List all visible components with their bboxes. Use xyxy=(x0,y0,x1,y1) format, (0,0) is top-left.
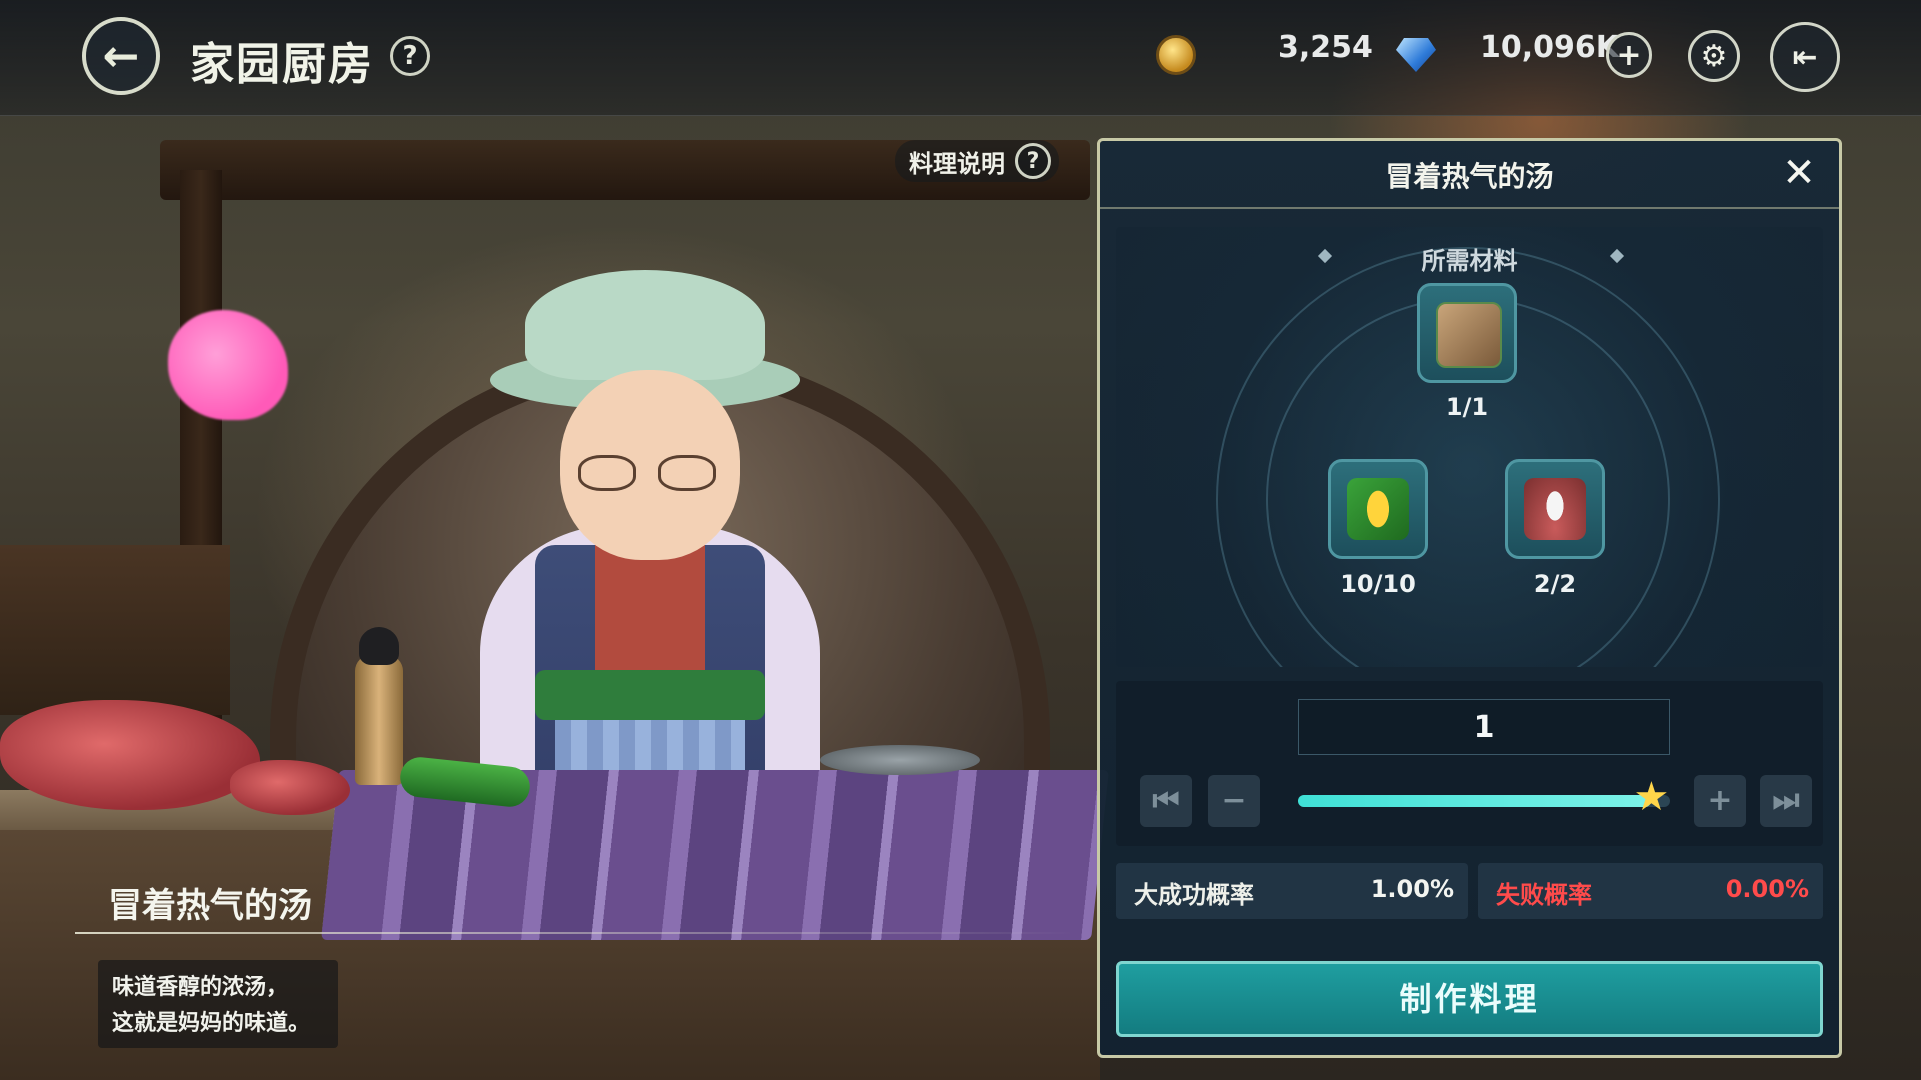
cook-button[interactable]: 制作料理 xyxy=(1116,961,1823,1037)
exit-door-icon: ⇤ xyxy=(1792,39,1818,75)
recipe-help-label: 料理说明 xyxy=(909,149,1005,178)
skip-first-icon: ⏮ xyxy=(1152,783,1180,818)
star-icon[interactable]: ★ xyxy=(1629,775,1673,819)
settings-gear-icon: ⚙ xyxy=(1700,38,1728,74)
help-icon: ? xyxy=(1015,143,1051,179)
back-button[interactable]: ← xyxy=(82,17,160,95)
great-success-value: 1.00% xyxy=(1370,875,1454,903)
gold-coin-icon xyxy=(1156,35,1196,75)
ingredient-corn[interactable] xyxy=(1328,459,1428,559)
failure-label: 失败概率 xyxy=(1496,881,1592,909)
ingredient-milk[interactable] xyxy=(1505,459,1605,559)
increase-button[interactable]: + xyxy=(1694,775,1746,827)
pepper-grinder xyxy=(355,627,403,785)
corn-icon xyxy=(1347,478,1409,540)
failure-value: 0.00% xyxy=(1725,875,1809,903)
gem-amount: 10,096K xyxy=(1480,30,1620,65)
panel-header: 冒着热气的汤 ✕ xyxy=(1100,141,1839,209)
page-title: 家园厨房 xyxy=(190,39,374,90)
materials-label: 所需材料 xyxy=(1421,247,1518,275)
ingredient-count: 10/10 xyxy=(1340,570,1416,598)
min-quantity-button[interactable]: ⏮ xyxy=(1140,775,1192,827)
back-arrow-icon: ← xyxy=(102,30,140,82)
recipe-help-button[interactable]: 料理说明 ? xyxy=(895,140,1059,182)
settings-button[interactable]: ⚙ xyxy=(1688,30,1740,82)
minus-icon: − xyxy=(1221,783,1247,818)
cooking-panel: 冒着热气的汤 ✕ 所需材料 1/1 10/10 2/2 1 ⏮ − ★ + ⏭ … xyxy=(1097,138,1842,1058)
ingredient-count: 1/1 xyxy=(1445,393,1489,421)
pink-spirit-decoration xyxy=(168,310,288,420)
ingredient-count: 2/2 xyxy=(1533,570,1577,598)
great-success-label: 大成功概率 xyxy=(1134,881,1254,909)
dish-description: 味道香醇的浓汤， 这就是妈妈的味道。 xyxy=(112,975,311,1036)
skip-last-icon: ⏭ xyxy=(1772,783,1800,818)
close-icon: ✕ xyxy=(1782,150,1816,196)
quantity-field[interactable]: 1 xyxy=(1298,699,1670,755)
add-gem-button[interactable]: + xyxy=(1606,32,1652,78)
quantity-selector: 1 ⏮ − ★ + ⏭ xyxy=(1116,681,1823,846)
quantity-slider[interactable]: ★ xyxy=(1298,775,1670,819)
great-success-rate: 大成功概率 1.00% xyxy=(1116,863,1468,919)
milk-bottle-icon xyxy=(1524,478,1586,540)
vegetable-shelf xyxy=(0,545,230,715)
ingredient-herb-board[interactable] xyxy=(1417,283,1517,383)
plus-icon: + xyxy=(1616,37,1642,73)
materials-area: 所需材料 1/1 10/10 2/2 xyxy=(1116,227,1823,667)
chef-character xyxy=(440,270,860,845)
slider-fill xyxy=(1298,795,1652,807)
divider xyxy=(75,932,1075,934)
decrease-button[interactable]: − xyxy=(1208,775,1260,827)
failure-rate: 失败概率 0.00% xyxy=(1478,863,1823,919)
gold-amount: 3,254 xyxy=(1278,30,1373,65)
max-quantity-button[interactable]: ⏭ xyxy=(1760,775,1812,827)
panel-title: 冒着热气的汤 xyxy=(1385,160,1554,193)
title-help-button[interactable]: ? xyxy=(390,36,430,76)
herb-board-icon xyxy=(1436,302,1502,368)
dish-name: 冒着热气的汤 xyxy=(108,886,312,926)
plate-decoration xyxy=(820,745,980,775)
help-icon: ? xyxy=(402,41,418,71)
close-button[interactable]: ✕ xyxy=(1777,151,1821,195)
plus-icon: + xyxy=(1707,783,1733,818)
exit-button[interactable]: ⇤ xyxy=(1770,22,1840,92)
